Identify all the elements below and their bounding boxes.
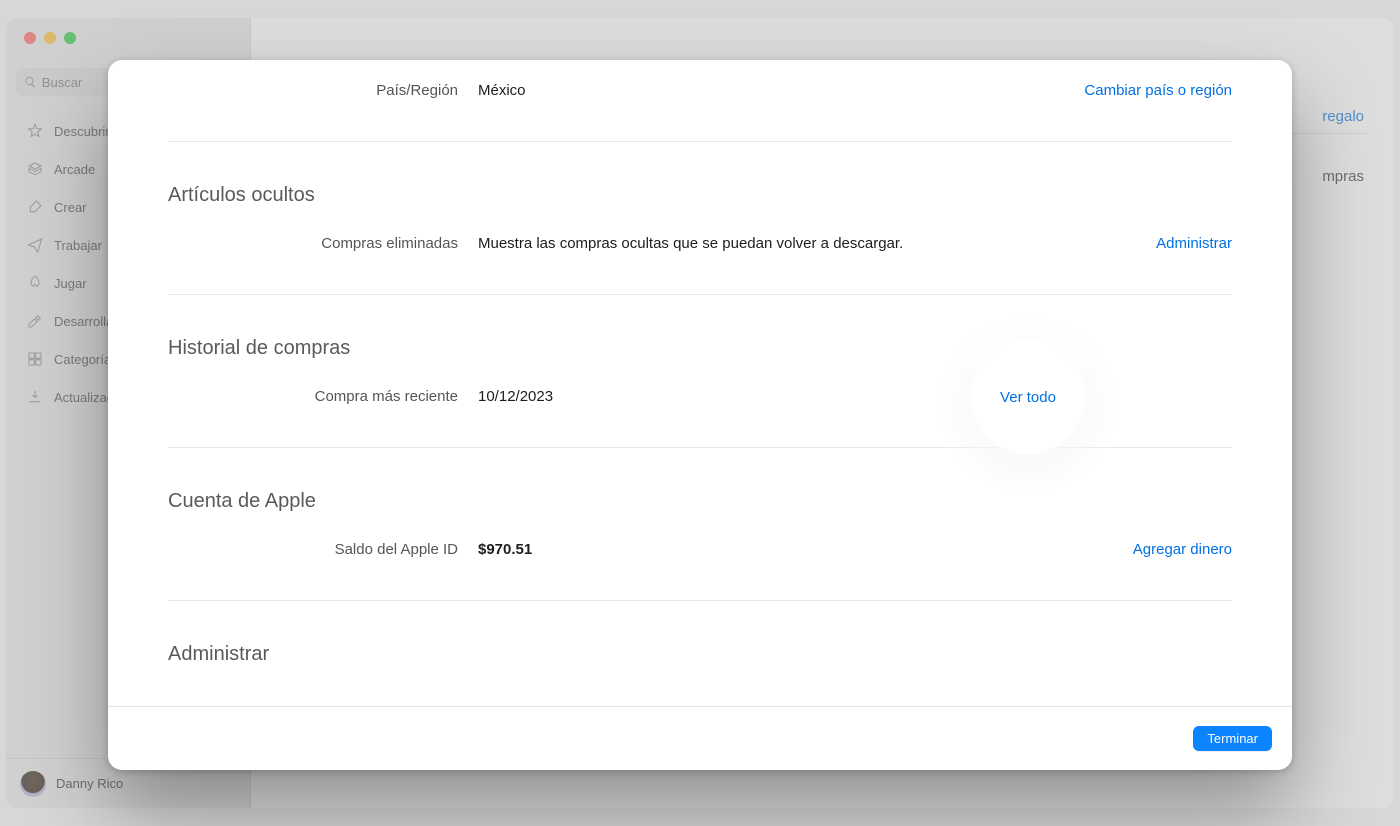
country-region-value: México [478, 82, 982, 99]
divider [168, 600, 1232, 601]
highlight-text: Ver todo [1000, 389, 1056, 406]
account-settings-modal: País/Región México Cambiar país o región… [108, 60, 1292, 770]
country-region-label: País/Región [168, 82, 458, 99]
highlight-see-all[interactable]: Ver todo [971, 340, 1085, 454]
recent-purchase-label: Compra más reciente [168, 388, 458, 405]
apple-id-balance-value: $970.51 [478, 541, 982, 558]
done-button[interactable]: Terminar [1193, 726, 1272, 751]
modal-footer: Terminar [108, 706, 1292, 770]
hidden-items-title: Artículos ocultos [168, 184, 1232, 207]
divider [168, 141, 1232, 142]
divider [168, 447, 1232, 448]
removed-purchases-desc: Muestra las compras ocultas que se pueda… [478, 235, 982, 252]
change-country-link[interactable]: Cambiar país o región [1002, 82, 1232, 99]
apple-id-balance-row: Saldo del Apple ID $970.51 Agregar diner… [168, 541, 1232, 558]
apple-account-title: Cuenta de Apple [168, 490, 1232, 513]
apple-id-balance-label: Saldo del Apple ID [168, 541, 458, 558]
modal-body: País/Región México Cambiar país o región… [108, 60, 1292, 706]
removed-purchases-row: Compras eliminadas Muestra las compras o… [168, 235, 1232, 252]
manage-hidden-link[interactable]: Administrar [1002, 235, 1232, 252]
add-money-link[interactable]: Agregar dinero [1002, 541, 1232, 558]
recent-purchase-value: 10/12/2023 [478, 388, 982, 405]
manage-title: Administrar [168, 643, 1232, 666]
purchase-history-title: Historial de compras [168, 337, 1232, 360]
removed-purchases-label: Compras eliminadas [168, 235, 458, 252]
country-region-row: País/Región México Cambiar país o región [168, 60, 1232, 99]
divider [168, 294, 1232, 295]
